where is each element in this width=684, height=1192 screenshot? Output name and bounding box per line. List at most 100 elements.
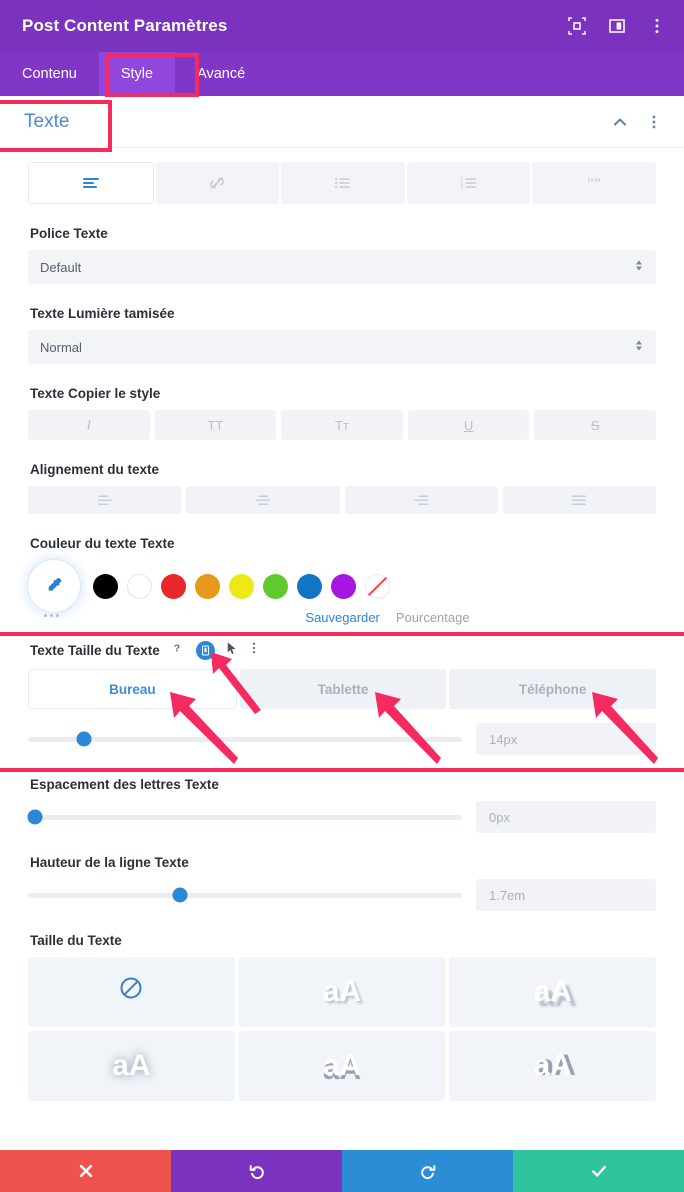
close-icon bbox=[78, 1163, 94, 1179]
section-header-texte[interactable]: Texte bbox=[0, 96, 684, 148]
underline-glyph: U bbox=[463, 417, 474, 433]
tab-style[interactable]: Style bbox=[98, 52, 176, 96]
device-tab-bureau[interactable]: Bureau bbox=[28, 669, 237, 709]
shadow-right-cell[interactable]: aA bbox=[449, 1031, 656, 1101]
swatch-black[interactable] bbox=[93, 573, 118, 599]
swatch-yellow[interactable] bbox=[229, 573, 254, 599]
color-swatch-row bbox=[28, 560, 656, 612]
cancel-button[interactable] bbox=[0, 1150, 171, 1192]
align-justify-icon[interactable] bbox=[502, 486, 656, 514]
letter-spacing-field-label: Espacement des lettres Texte bbox=[30, 777, 219, 792]
device-tab-tablette[interactable]: Tablette bbox=[239, 669, 447, 709]
line-height-field-label: Hauteur de la ligne Texte bbox=[30, 855, 189, 870]
text-shadow-grid: aA aA aA aA aA bbox=[28, 957, 656, 1101]
section-controls bbox=[612, 114, 662, 130]
italic-glyph: I bbox=[86, 417, 91, 432]
chevron-up-icon[interactable] bbox=[612, 114, 628, 130]
style-field-label: Texte Copier le style bbox=[30, 386, 161, 401]
more-vertical-icon[interactable] bbox=[646, 114, 662, 130]
section-title: Texte bbox=[24, 110, 70, 132]
more-vertical-icon[interactable] bbox=[249, 641, 259, 660]
align-center-icon[interactable] bbox=[186, 486, 340, 514]
shadow-soft-cell[interactable]: aA bbox=[238, 957, 446, 1027]
swatch-white[interactable] bbox=[127, 573, 152, 599]
shadow-down-cell[interactable]: aA bbox=[238, 1031, 446, 1101]
slider-knob[interactable] bbox=[76, 731, 92, 747]
svg-text:”: ” bbox=[594, 176, 601, 191]
responsive-device-tabs: Bureau Tablette Téléphone bbox=[28, 669, 657, 709]
slider-knob[interactable] bbox=[27, 809, 42, 825]
smallcaps-button[interactable]: Tт bbox=[281, 410, 403, 440]
font-select[interactable]: Default bbox=[28, 250, 656, 284]
color-field-label: Couleur du texte Texte bbox=[30, 536, 175, 551]
letter-spacing-slider[interactable] bbox=[27, 805, 462, 829]
chevron-updown-icon bbox=[634, 338, 644, 357]
bullet-list-icon[interactable] bbox=[281, 162, 405, 204]
swatch-orange[interactable] bbox=[195, 573, 220, 599]
tab-avance[interactable]: Avancé bbox=[175, 52, 267, 96]
save-button[interactable] bbox=[513, 1150, 684, 1192]
text-size-slider[interactable] bbox=[28, 727, 462, 751]
chevron-updown-icon bbox=[634, 258, 644, 277]
more-vertical-icon[interactable] bbox=[648, 17, 666, 35]
svg-text:?: ? bbox=[174, 643, 180, 655]
page-title: Post Content Paramètres bbox=[22, 16, 228, 35]
weight-select[interactable]: Normal bbox=[28, 330, 656, 364]
swatch-purple[interactable] bbox=[331, 573, 356, 599]
check-icon bbox=[590, 1162, 608, 1180]
uppercase-glyph: TT bbox=[207, 417, 224, 433]
strikethrough-button[interactable]: S bbox=[534, 410, 656, 440]
uppercase-button[interactable]: TT bbox=[154, 410, 277, 440]
swatch-green[interactable] bbox=[263, 573, 288, 599]
shadow-glow-cell[interactable]: aA bbox=[28, 1031, 235, 1101]
font-style-buttons: I TT Tт U S bbox=[28, 410, 656, 440]
smallcaps-glyph: Tт bbox=[335, 417, 349, 433]
svg-text:3: 3 bbox=[460, 185, 463, 191]
bottom-action-bar bbox=[0, 1150, 684, 1192]
mobile-device-icon[interactable] bbox=[195, 641, 215, 660]
cursor-pointer-icon[interactable] bbox=[226, 641, 238, 660]
device-tab-telephone[interactable]: Téléphone bbox=[449, 669, 657, 709]
swatch-none[interactable] bbox=[365, 573, 390, 599]
letter-spacing-slider-row: 0px bbox=[27, 801, 656, 833]
underline-button[interactable]: U bbox=[407, 410, 530, 440]
color-save-button[interactable]: Sauvegarder bbox=[305, 610, 379, 625]
text-size-value[interactable]: 14px bbox=[476, 723, 656, 755]
shadow-none-cell[interactable] bbox=[28, 957, 235, 1027]
numbered-list-icon[interactable]: 1 2 3 bbox=[406, 162, 531, 204]
titlebar: Post Content Paramètres bbox=[0, 0, 684, 52]
shadow-hard-cell[interactable]: aA bbox=[449, 957, 656, 1027]
swatch-red[interactable] bbox=[161, 573, 186, 599]
undo-button[interactable] bbox=[171, 1150, 342, 1192]
align-right-icon[interactable] bbox=[344, 486, 498, 514]
slider-knob[interactable] bbox=[172, 887, 188, 903]
fullscreen-icon[interactable] bbox=[568, 17, 586, 35]
no-shadow-icon bbox=[118, 975, 144, 1009]
tab-contenu[interactable]: Contenu bbox=[0, 52, 99, 96]
slider-track bbox=[28, 736, 462, 742]
paragraph-icon[interactable] bbox=[28, 162, 154, 204]
module-settings-panel: Post Content Paramètres Contenu Style Av… bbox=[0, 0, 684, 1192]
eyedropper-icon[interactable] bbox=[28, 560, 80, 612]
split-view-icon[interactable] bbox=[608, 17, 626, 35]
align-left-icon[interactable] bbox=[28, 486, 182, 514]
font-select-value: Default bbox=[40, 259, 82, 275]
redo-button[interactable] bbox=[342, 1150, 513, 1192]
swatch-blue[interactable] bbox=[297, 573, 322, 599]
quote-icon[interactable]: ” ” bbox=[532, 162, 656, 204]
line-height-slider[interactable] bbox=[28, 883, 462, 907]
text-size-field-label: Texte Taille du Texte bbox=[30, 643, 160, 658]
font-field-label: Police Texte bbox=[30, 226, 108, 241]
link-icon[interactable] bbox=[155, 162, 280, 204]
help-icon[interactable]: ? bbox=[171, 641, 185, 660]
redo-icon bbox=[419, 1162, 437, 1180]
color-percent-button[interactable]: Pourcentage bbox=[396, 610, 470, 625]
italic-button[interactable]: I bbox=[28, 410, 150, 440]
alignment-field-label: Alignement du texte bbox=[30, 462, 160, 477]
text-type-toolbar: 1 2 3 ” ” bbox=[28, 162, 656, 204]
line-height-value[interactable]: 1.7em bbox=[476, 879, 656, 911]
weight-select-value: Normal bbox=[40, 339, 82, 355]
tabbar: Contenu Style Avancé bbox=[0, 52, 684, 96]
color-more-options-icon[interactable] bbox=[44, 614, 59, 617]
letter-spacing-value[interactable]: 0px bbox=[476, 801, 656, 833]
